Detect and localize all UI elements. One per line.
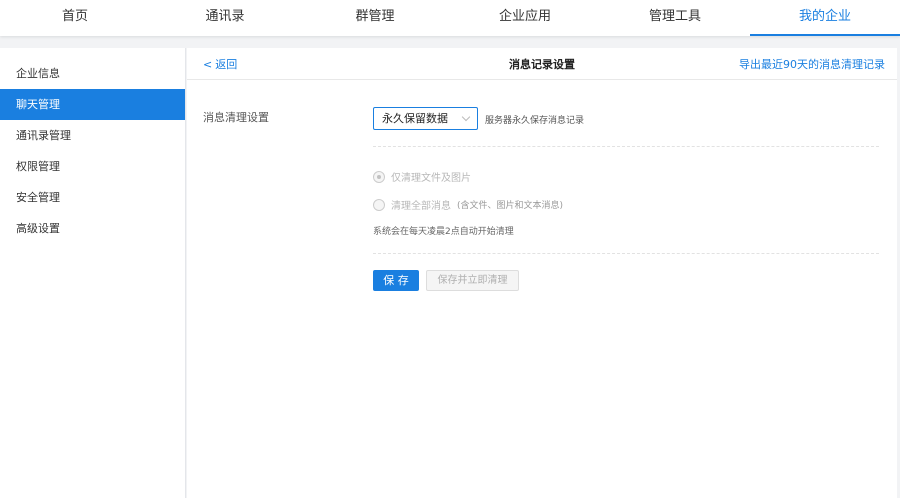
tab-my-enterprise[interactable]: 我的企业: [750, 0, 900, 36]
sidebar-item-enterprise-info[interactable]: 企业信息: [0, 58, 185, 89]
tab-admin-tools[interactable]: 管理工具: [600, 0, 750, 36]
sidebar-item-chat-management[interactable]: 聊天管理: [0, 89, 185, 120]
option-note: (含文件、图片和文本消息): [457, 201, 564, 211]
top-navigation: 首页 通讯录 群管理 企业应用 管理工具 我的企业: [0, 0, 900, 36]
chevron-down-icon: [461, 112, 471, 122]
tab-group-management[interactable]: 群管理: [300, 0, 450, 36]
option-label: 仅清理文件及图片: [391, 173, 471, 184]
panel-header: < 返回 消息记录设置 导出最近90天的消息清理记录: [187, 48, 897, 80]
back-link[interactable]: < 返回: [203, 48, 237, 82]
retention-select[interactable]: 永久保留数据: [373, 107, 478, 130]
tab-contacts[interactable]: 通讯录: [150, 0, 300, 36]
option-clear-files-images[interactable]: 仅清理文件及图片: [373, 169, 471, 184]
sidebar-item-permissions[interactable]: 权限管理: [0, 151, 185, 182]
option-label: 清理全部消息: [391, 201, 451, 212]
retention-select-value: 永久保留数据: [382, 112, 448, 125]
sidebar-item-security[interactable]: 安全管理: [0, 182, 185, 213]
divider: [373, 253, 879, 254]
tab-enterprise-apps[interactable]: 企业应用: [450, 0, 600, 36]
radio-checked-icon: [373, 170, 385, 183]
sidebar-item-contacts-management[interactable]: 通讯录管理: [0, 120, 185, 151]
sidebar: 企业信息 聊天管理 通讯录管理 权限管理 安全管理 高级设置: [0, 48, 186, 498]
cleanup-setting-label: 消息清理设置: [203, 111, 269, 124]
save-and-clear-button[interactable]: 保存并立即清理: [426, 270, 519, 291]
main-panel: < 返回 消息记录设置 导出最近90天的消息清理记录 消息清理设置 永久保留数据 …: [187, 48, 897, 498]
tab-home[interactable]: 首页: [0, 0, 150, 36]
export-cleanup-records-link[interactable]: 导出最近90天的消息清理记录: [739, 48, 885, 82]
back-label: 返回: [215, 58, 238, 71]
radio-unchecked-icon: [373, 198, 385, 211]
option-clear-all-messages[interactable]: 清理全部消息 (含文件、图片和文本消息): [373, 197, 563, 212]
divider: [373, 146, 879, 147]
cleanup-schedule-note: 系统会在每天凌晨2点自动开始清理: [373, 227, 514, 237]
retention-hint: 服务器永久保存消息记录: [485, 116, 585, 126]
sidebar-item-advanced-settings[interactable]: 高级设置: [0, 213, 185, 244]
chevron-left-icon: <: [203, 58, 213, 71]
save-button[interactable]: 保 存: [373, 270, 419, 291]
